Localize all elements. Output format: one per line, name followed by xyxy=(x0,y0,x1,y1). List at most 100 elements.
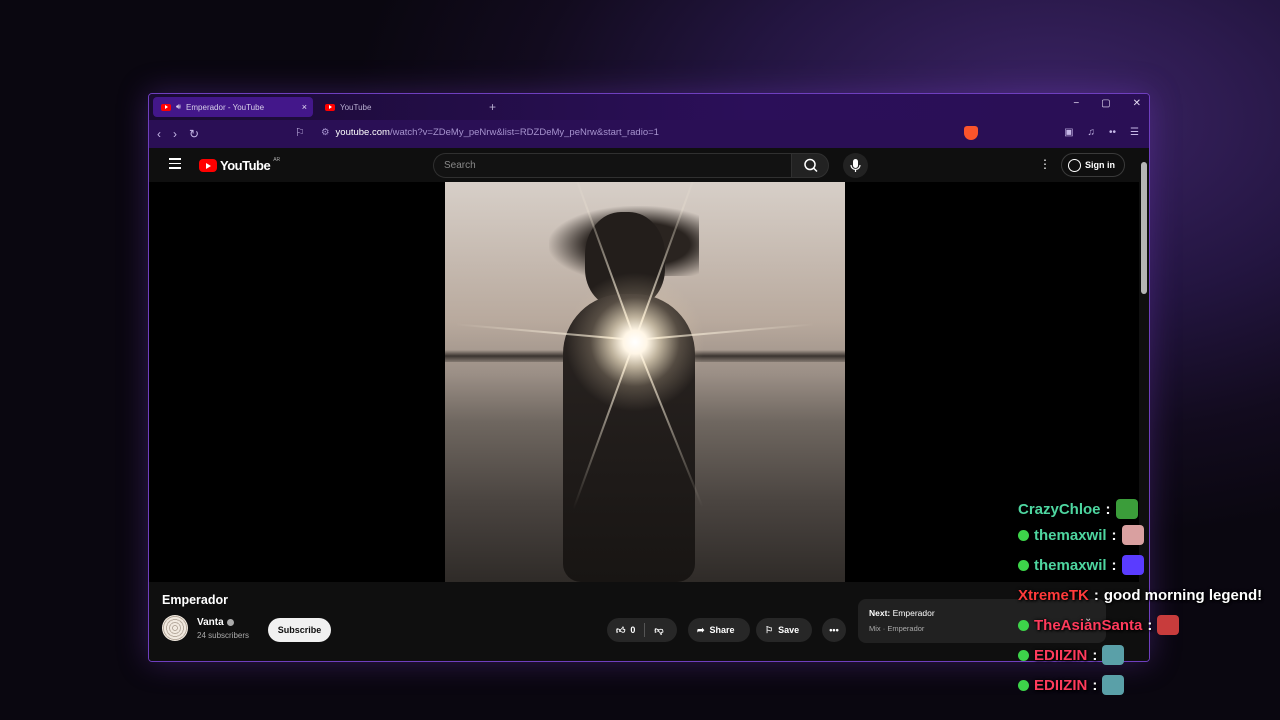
youtube-play-icon xyxy=(199,159,217,172)
search-button[interactable] xyxy=(791,153,829,178)
share-icon: ➦ xyxy=(697,624,705,635)
close-tab-icon[interactable]: × xyxy=(302,102,307,112)
url-host: youtube.com xyxy=(335,127,390,138)
save-button[interactable]: ⚐ Save xyxy=(756,618,812,642)
chat-separator: : xyxy=(1092,646,1098,664)
channel-name[interactable]: Vanta xyxy=(197,617,234,628)
brave-shields-icon[interactable] xyxy=(964,126,978,140)
video-artwork xyxy=(445,182,845,582)
speaker-icon[interactable]: 🔊︎ xyxy=(176,102,181,112)
share-button[interactable]: ➦ Share xyxy=(688,618,750,642)
chat-username: EDIIZIN xyxy=(1034,646,1088,664)
chat-separator: : xyxy=(1092,676,1098,694)
more-actions-button[interactable]: ••• xyxy=(822,618,846,642)
tab-label: Emperador - YouTube xyxy=(186,102,265,112)
youtube-logo[interactable]: YouTube AR xyxy=(199,156,281,173)
search-icon xyxy=(804,158,818,173)
settings-menu-icon[interactable]: ⋮ xyxy=(1039,157,1051,171)
youtube-favicon-icon xyxy=(325,103,335,111)
light-burst xyxy=(565,272,705,412)
chat-message: XtremeTK: good morning legend! xyxy=(1018,580,1280,610)
bookmark-save-icon: ⚐ xyxy=(765,624,774,635)
chat-username: themaxwil xyxy=(1034,526,1107,544)
chat-message: themaxwil: xyxy=(1018,550,1280,580)
chat-username: TheAsianSanta xyxy=(1034,616,1143,634)
divider xyxy=(644,623,646,637)
page-content: YouTube AR Search ⋮ Sign in Emperador Va… xyxy=(149,148,1149,661)
chat-emote-icon xyxy=(1121,555,1144,575)
chat-separator: : xyxy=(1093,586,1099,604)
forward-icon[interactable]: › xyxy=(173,127,177,141)
next-label: Next: Emperador xyxy=(869,608,935,618)
tab-emperador[interactable]: 🔊︎ Emperador - YouTube × xyxy=(153,97,313,117)
extensions-icon[interactable]: •• xyxy=(1109,127,1116,138)
verified-icon xyxy=(226,619,234,626)
toolbar-right: ▣ ♫ •• ☰ xyxy=(1064,127,1139,138)
chat-badge-icon xyxy=(1018,559,1029,571)
chat-username: CrazyChloe xyxy=(1018,500,1101,518)
browser-window: 🔊︎ Emperador - YouTube × YouTube + − ▢ ✕… xyxy=(148,93,1150,662)
scrollbar-thumb[interactable] xyxy=(1141,162,1147,294)
close-window-button[interactable]: ✕ xyxy=(1133,98,1141,109)
back-icon[interactable]: ‹ xyxy=(157,127,161,141)
dislike-icon[interactable]: 👎︎ xyxy=(654,625,663,636)
region-code: AR xyxy=(273,156,281,163)
chat-username: themaxwil xyxy=(1034,556,1107,574)
reload-icon[interactable]: ↻ xyxy=(189,127,199,141)
chat-username: EDIIZIN xyxy=(1034,676,1088,694)
microphone-icon xyxy=(850,159,861,172)
logo-text: YouTube xyxy=(220,158,271,173)
chat-message: CrazyChloe: xyxy=(1018,498,1280,520)
media-icon[interactable]: ♫ xyxy=(1088,127,1096,138)
channel-name-text: Vanta xyxy=(197,617,224,628)
like-dislike-group: 👍︎ 0 👎︎ xyxy=(607,618,677,642)
search-input[interactable]: Search xyxy=(433,153,791,178)
chat-badge-icon xyxy=(1018,619,1029,631)
menu-icon[interactable]: ☰ xyxy=(1130,127,1139,138)
chat-message: EDIIZIN: xyxy=(1018,670,1280,700)
guide-menu-icon[interactable] xyxy=(169,158,181,172)
next-title: Emperador xyxy=(892,608,935,618)
chat-emote-icon xyxy=(1102,645,1125,665)
more-icon: ••• xyxy=(829,625,839,635)
window-controls: − ▢ ✕ xyxy=(1073,98,1141,109)
new-tab-button[interactable]: + xyxy=(489,100,496,114)
url-path: /watch?v=ZDeMy_peNrw&list=RDZDeMy_peNrw&… xyxy=(389,127,659,138)
tab-label: YouTube xyxy=(340,102,372,112)
chat-emote-icon xyxy=(1102,675,1125,695)
youtube-header: YouTube AR Search ⋮ Sign in xyxy=(149,148,1149,182)
chat-separator: : xyxy=(1111,556,1117,574)
tab-youtube[interactable]: YouTube xyxy=(317,97,477,117)
next-prefix: Next: xyxy=(869,608,891,618)
chat-message: TheAsianSanta: xyxy=(1018,610,1280,640)
address-bar[interactable]: ⚙ youtube.com/watch?v=ZDeMy_peNrw&list=R… xyxy=(321,127,659,138)
youtube-favicon-icon xyxy=(161,103,171,111)
chat-badge-icon xyxy=(1018,649,1029,661)
chat-username: XtremeTK xyxy=(1018,586,1089,604)
minimize-button[interactable]: − xyxy=(1073,98,1079,109)
wallet-icon[interactable]: ▣ xyxy=(1064,127,1073,138)
video-player[interactable] xyxy=(149,182,1139,582)
chat-badge-icon xyxy=(1018,529,1029,541)
bookmark-icon[interactable]: ⚐ xyxy=(295,126,305,139)
channel-avatar[interactable] xyxy=(162,615,188,641)
subscriber-count: 24 subscribers xyxy=(197,631,250,640)
account-icon xyxy=(1068,158,1081,172)
maximize-button[interactable]: ▢ xyxy=(1101,98,1110,109)
video-info: Emperador Vanta 24 subscribers Subscribe… xyxy=(149,582,1139,661)
subscribe-button[interactable]: Subscribe xyxy=(268,618,331,642)
signin-button[interactable]: Sign in xyxy=(1061,153,1125,177)
nav-buttons: ‹ › ↻ xyxy=(157,127,199,141)
next-subtitle: Mix · Emperador xyxy=(869,624,925,633)
like-icon[interactable]: 👍︎ xyxy=(616,625,625,636)
chat-separator: : xyxy=(1147,616,1153,634)
chat-emote-icon xyxy=(1121,525,1144,545)
site-settings-icon[interactable]: ⚙ xyxy=(321,127,330,138)
browser-toolbar: ‹ › ↻ ⚐ ⚙ youtube.com/watch?v=ZDeMy_peNr… xyxy=(149,120,1149,148)
like-count[interactable]: 0 xyxy=(630,625,635,635)
voice-search-button[interactable] xyxy=(843,153,868,178)
stream-chat-overlay: CrazyChloe: themaxwil: themaxwil: XtremeTK:… xyxy=(1018,499,1280,700)
chat-text: good morning legend! xyxy=(1103,586,1263,604)
chat-message: EDIIZIN: xyxy=(1018,640,1280,670)
chat-badge-icon xyxy=(1018,679,1029,691)
